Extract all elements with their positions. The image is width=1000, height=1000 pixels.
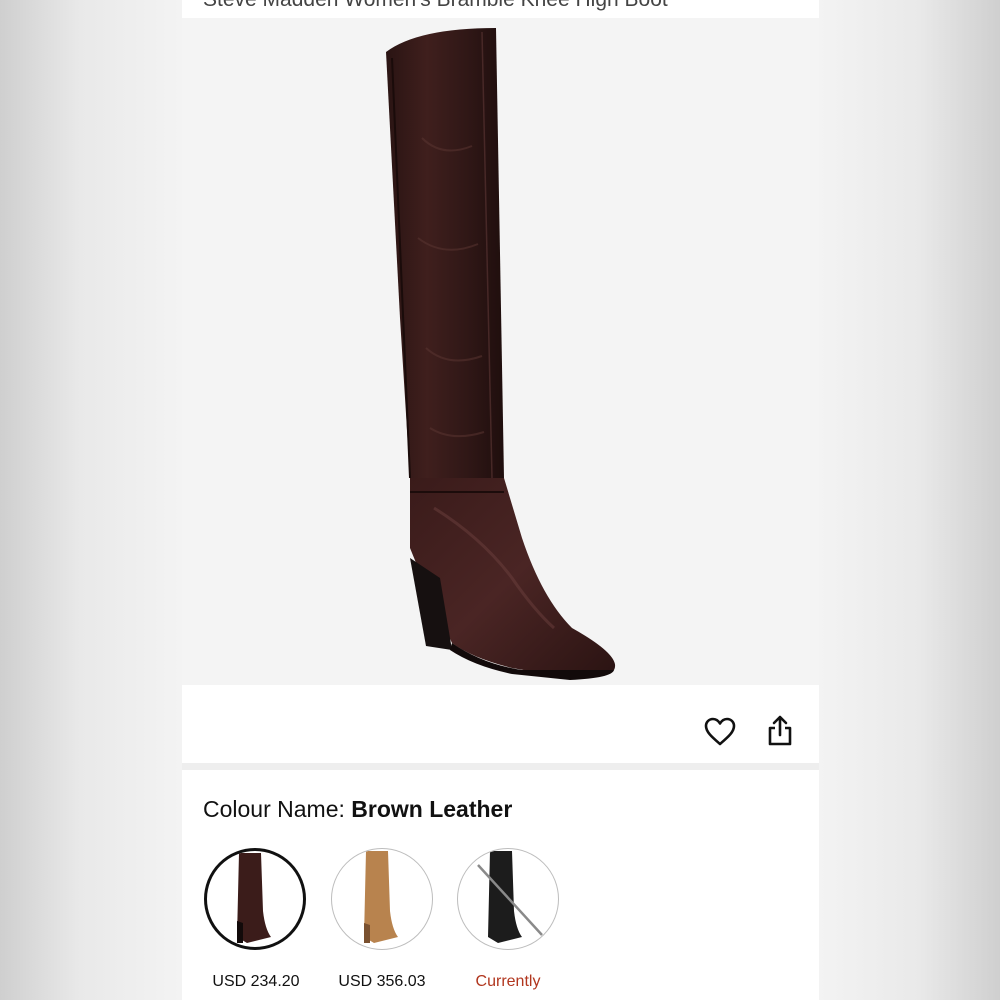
swatch-black-leather[interactable] [457,848,559,950]
heart-icon[interactable] [703,715,737,749]
swatch-availability: Currently [475,973,541,990]
product-actions-row [182,685,819,763]
product-title: Steve Madden Women's Bramble Knee High B… [203,0,668,12]
colour-section: Colour Name: Brown Leather USD 234.20 US… [182,770,819,1000]
swatch-price: USD 234.20 [212,973,300,990]
swatch-brown-leather[interactable] [204,848,306,950]
colour-name-prefix: Colour Name: [203,796,345,822]
swatch-tan-suede[interactable] [331,848,433,950]
product-title-strip: Steve Madden Women's Bramble Knee High B… [182,0,819,18]
product-screen: Steve Madden Women's Bramble Knee High B… [182,0,819,1000]
colour-name-value: Brown Leather [351,796,513,822]
share-icon[interactable] [763,714,797,748]
colour-name-label: Colour Name: Brown Leather [203,796,512,823]
product-image[interactable] [182,18,819,685]
section-divider [182,763,819,770]
boot-illustration [386,28,616,680]
swatch-price: USD 356.03 [338,973,426,990]
